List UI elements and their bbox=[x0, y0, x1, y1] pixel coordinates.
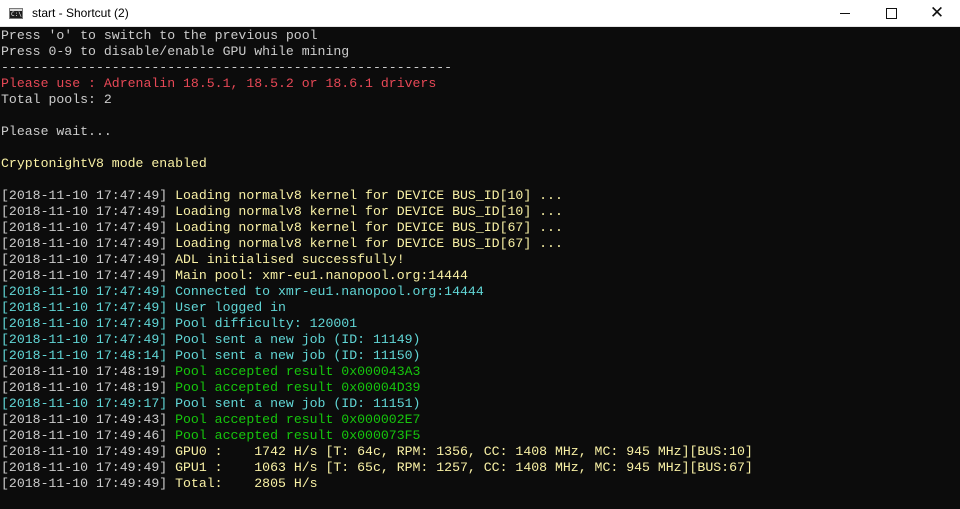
console-line: [2018-11-10 17:49:49] Total: 2805 H/s bbox=[1, 476, 946, 492]
log-message: Press 'o' to switch to the previous pool bbox=[1, 28, 318, 43]
log-message: Total: 2805 H/s bbox=[175, 476, 318, 491]
log-message: Pool accepted result 0x000073F5 bbox=[175, 428, 421, 443]
log-timestamp: [2018-11-10 17:47:49] bbox=[1, 284, 176, 299]
log-timestamp: [2018-11-10 17:49:49] bbox=[1, 460, 176, 475]
scrollbar[interactable] bbox=[946, 28, 960, 509]
console-line: [2018-11-10 17:49:46] Pool accepted resu… bbox=[1, 428, 946, 444]
console-line: [2018-11-10 17:47:49] Pool sent a new jo… bbox=[1, 332, 946, 348]
console-line: [2018-11-10 17:48:14] Pool sent a new jo… bbox=[1, 348, 946, 364]
log-message: GPU0 : 1742 H/s [T: 64c, RPM: 1356, CC: … bbox=[175, 444, 753, 459]
window-controls: ✕ bbox=[822, 0, 960, 27]
log-message: CryptonightV8 mode enabled bbox=[1, 156, 207, 171]
log-timestamp: [2018-11-10 17:47:49] bbox=[1, 252, 176, 267]
log-timestamp: [2018-11-10 17:49:46] bbox=[1, 428, 176, 443]
console-line: Press 'o' to switch to the previous pool bbox=[1, 28, 946, 44]
console-line: Please use : Adrenalin 18.5.1, 18.5.2 or… bbox=[1, 76, 946, 92]
console-line: [2018-11-10 17:49:17] Pool sent a new jo… bbox=[1, 396, 946, 412]
console-line: [2018-11-10 17:49:49] GPU0 : 1742 H/s [T… bbox=[1, 444, 946, 460]
log-message: Pool difficulty: 120001 bbox=[175, 316, 358, 331]
console-line: [2018-11-10 17:47:49] Pool difficulty: 1… bbox=[1, 316, 946, 332]
log-timestamp: [2018-11-10 17:47:49] bbox=[1, 332, 176, 347]
console-line: [2018-11-10 17:47:49] Main pool: xmr-eu1… bbox=[1, 268, 946, 284]
log-message: Loading normalv8 kernel for DEVICE BUS_I… bbox=[175, 204, 563, 219]
title-bar[interactable]: C:\ start - Shortcut (2) ✕ bbox=[0, 0, 960, 27]
log-message: Please use : Adrenalin 18.5.1, 18.5.2 or… bbox=[1, 76, 437, 91]
minimize-button[interactable] bbox=[822, 0, 868, 27]
log-timestamp: [2018-11-10 17:47:49] bbox=[1, 188, 176, 203]
log-message: Loading normalv8 kernel for DEVICE BUS_I… bbox=[175, 188, 563, 203]
console-line: [2018-11-10 17:47:49] ADL initialised su… bbox=[1, 252, 946, 268]
console-line: ----------------------------------------… bbox=[1, 60, 946, 76]
console-line: [2018-11-10 17:47:49] Connected to xmr-e… bbox=[1, 284, 946, 300]
log-message: Loading normalv8 kernel for DEVICE BUS_I… bbox=[175, 220, 563, 235]
log-message: Press 0-9 to disable/enable GPU while mi… bbox=[1, 44, 350, 59]
maximize-icon bbox=[885, 8, 897, 19]
log-timestamp: [2018-11-10 17:47:49] bbox=[1, 300, 176, 315]
log-message: Pool sent a new job (ID: 11151) bbox=[175, 396, 421, 411]
log-timestamp: [2018-11-10 17:49:17] bbox=[1, 396, 176, 411]
log-timestamp: [2018-11-10 17:47:49] bbox=[1, 220, 176, 235]
log-message: Total pools: 2 bbox=[1, 92, 112, 107]
console-line: [2018-11-10 17:49:43] Pool accepted resu… bbox=[1, 412, 946, 428]
log-timestamp: [2018-11-10 17:47:49] bbox=[1, 316, 176, 331]
minimize-icon bbox=[840, 13, 850, 14]
console-line: [2018-11-10 17:49:49] GPU1 : 1063 H/s [T… bbox=[1, 460, 946, 476]
log-message: Main pool: xmr-eu1.nanopool.org:14444 bbox=[175, 268, 468, 283]
log-message: ----------------------------------------… bbox=[1, 60, 453, 75]
log-message: Pool accepted result 0x000002E7 bbox=[175, 412, 421, 427]
console-line: Total pools: 2 bbox=[1, 92, 946, 108]
log-message: GPU1 : 1063 H/s [T: 65c, RPM: 1257, CC: … bbox=[175, 460, 753, 475]
console-line: Press 0-9 to disable/enable GPU while mi… bbox=[1, 44, 946, 60]
console-line: [2018-11-10 17:47:49] Loading normalv8 k… bbox=[1, 204, 946, 220]
console-line: [2018-11-10 17:47:49] Loading normalv8 k… bbox=[1, 236, 946, 252]
log-message: Pool accepted result 0x00004D39 bbox=[175, 380, 421, 395]
log-timestamp: [2018-11-10 17:47:49] bbox=[1, 204, 176, 219]
log-message: Pool sent a new job (ID: 11149) bbox=[175, 332, 421, 347]
console-line: [2018-11-10 17:47:49] Loading normalv8 k… bbox=[1, 220, 946, 236]
console-app-icon[interactable]: C:\ bbox=[9, 7, 23, 19]
app-icon-label: C:\ bbox=[11, 10, 22, 18]
log-timestamp: [2018-11-10 17:47:49] bbox=[1, 236, 176, 251]
close-button[interactable]: ✕ bbox=[914, 0, 960, 27]
log-timestamp: [2018-11-10 17:48:14] bbox=[1, 348, 176, 363]
log-message: Connected to xmr-eu1.nanopool.org:14444 bbox=[175, 284, 484, 299]
console-line: [2018-11-10 17:48:19] Pool accepted resu… bbox=[1, 380, 946, 396]
log-timestamp: [2018-11-10 17:48:19] bbox=[1, 380, 176, 395]
console-output[interactable]: Press 'o' to switch to the previous pool… bbox=[1, 28, 946, 498]
log-message: User logged in bbox=[175, 300, 286, 315]
console-line: CryptonightV8 mode enabled bbox=[1, 156, 946, 172]
window-title: start - Shortcut (2) bbox=[32, 6, 129, 20]
close-icon: ✕ bbox=[929, 3, 945, 23]
log-timestamp: [2018-11-10 17:49:49] bbox=[1, 444, 176, 459]
log-message: Pool sent a new job (ID: 11150) bbox=[175, 348, 421, 363]
console-line: [2018-11-10 17:47:49] User logged in bbox=[1, 300, 946, 316]
log-timestamp: [2018-11-10 17:47:49] bbox=[1, 268, 176, 283]
log-timestamp: [2018-11-10 17:49:43] bbox=[1, 412, 176, 427]
log-message: ADL initialised successfully! bbox=[175, 252, 405, 267]
log-message: Please wait... bbox=[1, 124, 112, 139]
console-line: [2018-11-10 17:47:49] Loading normalv8 k… bbox=[1, 188, 946, 204]
log-timestamp: [2018-11-10 17:48:19] bbox=[1, 364, 176, 379]
log-timestamp: [2018-11-10 17:49:49] bbox=[1, 476, 176, 491]
console-line: [2018-11-10 17:48:19] Pool accepted resu… bbox=[1, 364, 946, 380]
log-message: Pool accepted result 0x000043A3 bbox=[175, 364, 421, 379]
maximize-button[interactable] bbox=[868, 0, 914, 27]
log-message: Loading normalv8 kernel for DEVICE BUS_I… bbox=[175, 236, 563, 251]
console-line: Please wait... bbox=[1, 124, 946, 140]
